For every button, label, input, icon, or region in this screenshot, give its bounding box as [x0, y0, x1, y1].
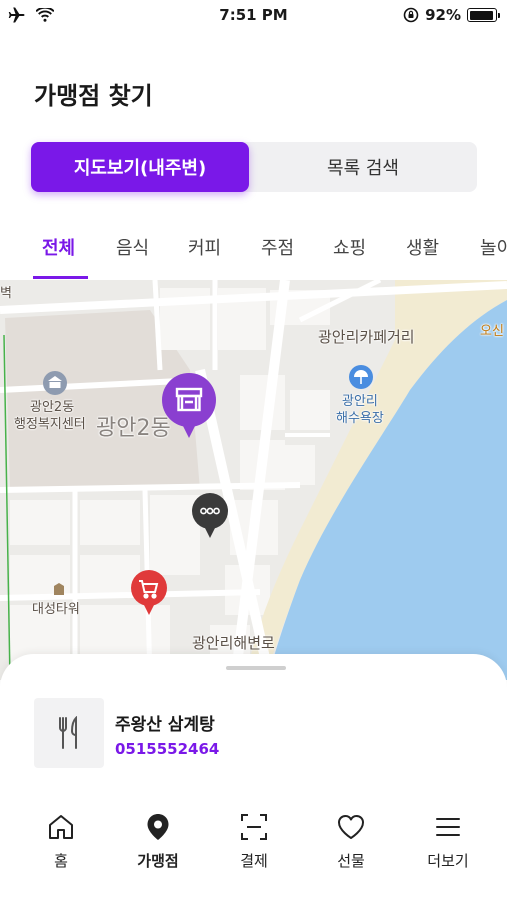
tab-pub[interactable]: 주점 [261, 234, 294, 260]
map-label-osin: 오신 [480, 324, 504, 339]
government-office-icon [43, 371, 67, 395]
page-title: 가맹점 찾기 [34, 82, 153, 110]
store-marker[interactable] [160, 372, 218, 442]
fork-knife-icon [59, 716, 77, 749]
status-right: 92% [403, 6, 500, 24]
nav-pay[interactable]: 결제 [214, 812, 294, 871]
tab-shopping[interactable]: 쇼핑 [333, 234, 366, 260]
nav-more[interactable]: 더보기 [408, 812, 488, 871]
home-icon [49, 815, 73, 839]
heart-icon [338, 815, 364, 839]
map-label-tower: 대성타워 [32, 602, 80, 617]
tab-coffee[interactable]: 커피 [188, 234, 221, 260]
map-label-beach-road: 광안리해변로 [192, 634, 275, 652]
more-marker[interactable] [191, 492, 229, 540]
store-phone[interactable]: 0515552464 [115, 740, 219, 758]
nav-stores[interactable]: 가맹점 [118, 812, 198, 871]
shopping-marker[interactable] [129, 569, 169, 619]
building-icon [54, 583, 64, 595]
nav-more-label: 더보기 [427, 852, 469, 870]
nav-gift-label: 선물 [337, 852, 365, 870]
nav-pay-label: 결제 [240, 852, 268, 870]
nav-home[interactable]: 홈 [21, 812, 101, 871]
map-label-beach-line2: 해수욕장 [336, 411, 384, 426]
map-view-button[interactable]: 지도보기(내주변) [31, 142, 249, 192]
nav-home-label: 홈 [54, 852, 68, 870]
location-pin-icon [147, 814, 169, 840]
view-toggle: 지도보기(내주변) 목록 검색 [31, 142, 477, 192]
beach-umbrella-icon [349, 365, 373, 389]
map-label-partial: 벽 [0, 286, 12, 301]
tab-food[interactable]: 음식 [116, 234, 149, 260]
nav-gift[interactable]: 선물 [311, 812, 391, 871]
map-label-office-line2: 행정복지센터 [14, 417, 86, 432]
scan-icon [241, 814, 267, 840]
list-search-button[interactable]: 목록 검색 [249, 142, 477, 192]
tab-living[interactable]: 생활 [406, 234, 439, 260]
tab-play[interactable]: 놀이 [480, 234, 507, 260]
menu-icon [436, 818, 460, 836]
nav-stores-label: 가맹점 [137, 852, 179, 870]
category-tabs: 전체 음식 커피 주점 쇼핑 생활 놀이 [0, 228, 507, 280]
battery-percent: 92% [425, 6, 461, 24]
store-thumbnail[interactable] [34, 698, 104, 768]
orientation-lock-icon [403, 7, 419, 23]
store-map[interactable]: 벽 오신 광안리카페거리 광안2동 행정복지센터 광안2동 광안리 해수욕장 대… [0, 280, 507, 680]
active-tab-indicator [33, 276, 88, 279]
map-tiles [0, 280, 507, 680]
map-label-cafe-street: 광안리카페거리 [318, 328, 415, 346]
tab-all[interactable]: 전체 [42, 234, 75, 260]
bottom-nav: 홈 가맹점 결제 선물 더보기 [0, 812, 507, 892]
sheet-drag-handle[interactable] [226, 666, 286, 670]
store-name[interactable]: 주왕산 삼계탕 [115, 710, 215, 735]
status-bar: 7:51 PM 92% [0, 0, 507, 32]
battery-icon [467, 8, 500, 22]
